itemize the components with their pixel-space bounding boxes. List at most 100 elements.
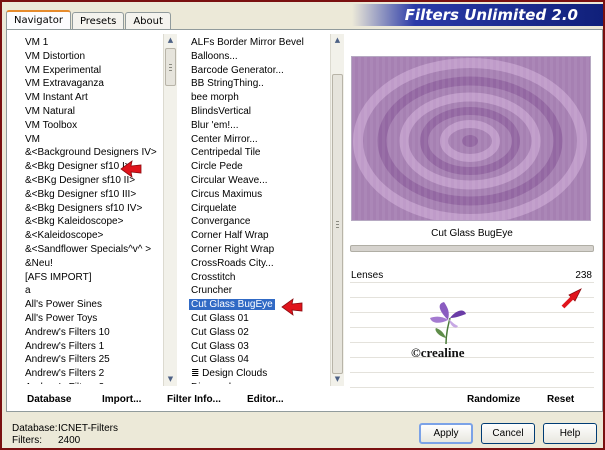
import-link[interactable]: Import... xyxy=(102,394,141,405)
scroll-up-icon[interactable]: ▲ xyxy=(331,34,344,47)
filter-list-item[interactable]: Cut Glass 01 xyxy=(188,312,330,326)
red-arrow-icon xyxy=(561,288,582,309)
filter-info-link[interactable]: Filter Info... xyxy=(167,394,221,405)
editor-link[interactable]: Editor... xyxy=(247,394,284,405)
scroll-thumb[interactable] xyxy=(332,74,343,374)
category-list-item[interactable]: Andrew's Filters 10 xyxy=(9,326,162,340)
filter-list-item[interactable]: Center Mirror... xyxy=(188,133,330,147)
tab-about[interactable]: About xyxy=(125,12,171,29)
param-row-empty[interactable] xyxy=(350,330,594,343)
category-scrollbar[interactable]: ▲ ▼ xyxy=(163,34,177,386)
param-row-empty[interactable] xyxy=(350,375,594,388)
filter-list-item[interactable]: Cut Glass 02 xyxy=(188,326,330,340)
param-value: 238 xyxy=(575,270,592,281)
category-list-item[interactable]: &<Background Designers IV> xyxy=(9,146,162,160)
filter-list-item[interactable]: BlindsVertical xyxy=(188,105,330,119)
category-list-item[interactable]: VM xyxy=(9,133,162,147)
category-list-item[interactable]: Andrew's Filters 3 xyxy=(9,381,162,384)
filter-list-item[interactable]: Corner Half Wrap xyxy=(188,229,330,243)
param-row[interactable]: Lenses 238 xyxy=(350,270,594,283)
filter-list-item[interactable]: bee morph xyxy=(188,91,330,105)
category-list-item[interactable]: All's Power Sines xyxy=(9,298,162,312)
filter-list-item[interactable]: Cirquelate xyxy=(188,202,330,216)
filter-list-item-label: Cut Glass BugEye xyxy=(189,299,275,311)
cancel-button[interactable]: Cancel xyxy=(481,423,535,444)
scroll-down-icon[interactable]: ▼ xyxy=(164,373,177,386)
category-list-item[interactable]: VM Instant Art xyxy=(9,91,162,105)
category-list-item[interactable]: &<Bkg Designers sf10 IV> xyxy=(9,202,162,216)
category-list-item[interactable]: &<Sandflower Specials^v^ > xyxy=(9,243,162,257)
category-list-item[interactable]: &<Kaleidoscope> xyxy=(9,229,162,243)
param-row-empty[interactable] xyxy=(350,315,594,328)
category-list-item[interactable]: VM Distortion xyxy=(9,50,162,64)
help-button[interactable]: Help xyxy=(543,423,597,444)
category-list-item[interactable]: VM Extravaganza xyxy=(9,77,162,91)
param-row-empty[interactable] xyxy=(350,300,594,313)
param-row-empty[interactable] xyxy=(350,360,594,373)
filters-count-value: 2400 xyxy=(58,435,81,446)
filter-list-item[interactable]: Cut Glass 03 xyxy=(188,340,330,354)
red-arrow-icon xyxy=(120,160,142,178)
filter-list-item[interactable]: CrossRoads City... xyxy=(188,257,330,271)
filters-unlimited-window: Filters Unlimited 2.0 Navigator Presets … xyxy=(0,0,605,450)
tab-bar: Navigator Presets About xyxy=(6,10,172,30)
filter-preview xyxy=(351,56,591,221)
reset-link[interactable]: Reset xyxy=(547,394,574,405)
scroll-down-icon[interactable]: ▼ xyxy=(331,373,344,386)
filter-list-item[interactable]: Convergance xyxy=(188,215,330,229)
filter-scrollbar[interactable]: ▲ ▼ xyxy=(330,34,344,386)
bugeye-preview-image xyxy=(352,57,590,220)
category-list-item[interactable]: VM Experimental xyxy=(9,64,162,78)
category-list-item[interactable]: VM Natural xyxy=(9,105,162,119)
filter-list-item[interactable]: Crosstitch xyxy=(188,271,330,285)
current-filter-name: Cut Glass BugEye xyxy=(431,228,513,239)
tab-navigator[interactable]: Navigator xyxy=(6,10,71,29)
window-title: Filters Unlimited 2.0 xyxy=(404,6,578,24)
watermark-text: ©crealine xyxy=(411,345,465,360)
filter-list-item[interactable]: Centripedal Tile xyxy=(188,146,330,160)
scroll-up-icon[interactable]: ▲ xyxy=(164,34,177,47)
tab-presets[interactable]: Presets xyxy=(71,12,125,29)
category-list-item[interactable]: [AFS IMPORT] xyxy=(9,271,162,285)
filters-count-label: Filters: xyxy=(12,435,42,446)
param-row-empty[interactable] xyxy=(350,345,594,358)
category-list-item[interactable]: All's Power Toys xyxy=(9,312,162,326)
category-list[interactable]: VM 1 VM Distortion VM Experimental VM Extra… xyxy=(9,36,162,384)
filter-list-item[interactable]: Circular Weave... xyxy=(188,174,330,188)
filter-list-item[interactable]: Blur 'em!... xyxy=(188,119,330,133)
filter-list-item[interactable]: Balloons... xyxy=(188,50,330,64)
category-list-item[interactable]: Andrew's Filters 1 xyxy=(9,340,162,354)
database-link[interactable]: Database xyxy=(27,394,71,405)
category-list-item[interactable]: VM Toolbox xyxy=(9,119,162,133)
filter-list-item-label: Design Clouds xyxy=(202,368,268,380)
filter-list-item[interactable]: Diamonds xyxy=(188,381,330,384)
filter-list-item[interactable]: Circle Pede xyxy=(188,160,330,174)
category-list-item[interactable]: Andrew's Filters 2 xyxy=(9,367,162,381)
filter-list-item[interactable]: ALFs Border Mirror Bevel xyxy=(188,36,330,50)
param-row-empty[interactable] xyxy=(350,285,594,298)
filter-list-item[interactable]: Cut Glass 04 xyxy=(188,353,330,367)
filter-list-item[interactable]: ≣ Design Clouds xyxy=(188,367,330,381)
filter-list-item[interactable]: Corner Right Wrap xyxy=(188,243,330,257)
param-label: Lenses xyxy=(351,270,384,281)
category-list-item[interactable]: VM 1 xyxy=(9,36,162,50)
group-marker-icon: ≣ xyxy=(191,368,200,380)
scroll-thumb[interactable] xyxy=(165,48,176,86)
iris-flower-icon xyxy=(430,302,466,345)
category-list-item[interactable]: a xyxy=(9,284,162,298)
filter-list-item[interactable]: Barcode Generator... xyxy=(188,64,330,78)
database-label: Database: xyxy=(12,423,58,434)
category-list-item[interactable]: &<Bkg Kaleidoscope> xyxy=(9,215,162,229)
category-list-item[interactable]: Andrew's Filters 25 xyxy=(9,353,162,367)
apply-button[interactable]: Apply xyxy=(419,423,473,444)
category-list-item[interactable]: &<Bkg Designer sf10 III> xyxy=(9,188,162,202)
category-list-item[interactable]: &Neu! xyxy=(9,257,162,271)
randomize-link[interactable]: Randomize xyxy=(467,394,520,405)
filter-list[interactable]: ALFs Border Mirror Bevel Balloons... Barco… xyxy=(188,36,330,384)
zoom-slider[interactable] xyxy=(350,245,594,252)
filter-list-item[interactable]: BB StringThing.. xyxy=(188,77,330,91)
filter-list-item[interactable]: Cruncher xyxy=(188,284,330,298)
title-banner: Filters Unlimited 2.0 xyxy=(352,4,603,26)
filter-list-item-selected[interactable]: Cut Glass BugEye xyxy=(188,298,330,312)
filter-list-item[interactable]: Circus Maximus xyxy=(188,188,330,202)
